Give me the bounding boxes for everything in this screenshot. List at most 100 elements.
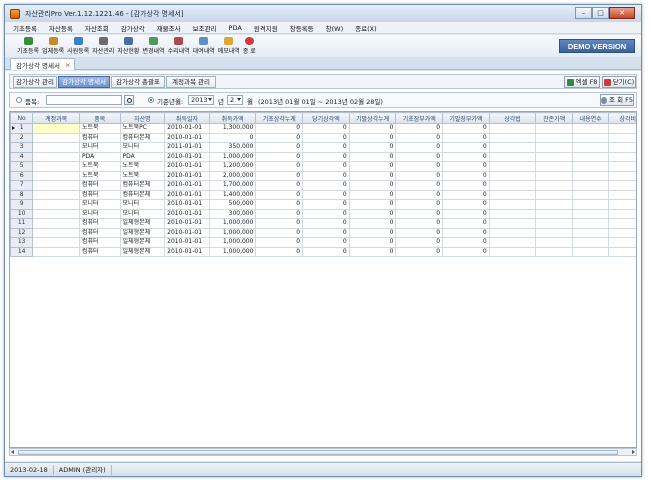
- menu-asset-register[interactable]: 자산등록: [43, 23, 79, 33]
- table-cell[interactable]: PDA: [78, 151, 121, 162]
- table-cell[interactable]: 0: [395, 246, 444, 257]
- table-cell[interactable]: 0: [395, 199, 444, 210]
- table-cell[interactable]: 모니터: [78, 142, 121, 153]
- table-cell[interactable]: 2,000,000: [208, 170, 257, 181]
- table-cell[interactable]: [535, 208, 573, 219]
- table-cell[interactable]: [535, 246, 573, 257]
- table-cell[interactable]: 1,000,000: [208, 246, 257, 257]
- year-select[interactable]: 2013: [188, 95, 214, 105]
- close-window-button[interactable]: ✕: [609, 7, 635, 19]
- table-cell[interactable]: 2010-01-01: [164, 132, 210, 143]
- table-cell[interactable]: 0: [348, 170, 397, 181]
- table-cell[interactable]: [488, 208, 537, 219]
- table-cell[interactable]: 0: [442, 151, 490, 162]
- table-cell[interactable]: 0: [348, 218, 397, 229]
- table-cell[interactable]: [32, 237, 80, 248]
- doc-tab-close-icon[interactable]: ×: [65, 61, 70, 69]
- maximize-button[interactable]: □: [592, 7, 609, 19]
- col-header-item[interactable]: 품목: [78, 112, 121, 124]
- table-cell[interactable]: [32, 208, 80, 219]
- table-cell[interactable]: [608, 161, 636, 172]
- table-cell[interactable]: 0: [442, 208, 490, 219]
- table-cell[interactable]: 0: [442, 170, 490, 181]
- table-cell[interactable]: 일체형본체: [119, 227, 166, 238]
- table-cell[interactable]: 2010-01-01: [164, 151, 210, 162]
- depreciation-grid[interactable]: No 계정과목 품목 자산명 취득일자 취득가액 기초상각누계 당기상각액 기말…: [9, 111, 637, 448]
- table-cell[interactable]: [571, 132, 610, 143]
- table-row[interactable]: 8 컴퓨터 컴퓨터본체 2010-01-01 1,400,000 0 0 0 0 0: [10, 189, 636, 200]
- table-cell[interactable]: 0: [442, 132, 490, 143]
- table-cell[interactable]: 0: [255, 246, 304, 257]
- table-row[interactable]: 5 노트북 노트북 2010-01-01 1,200,000 0 0 0 0 0: [10, 161, 636, 172]
- scroll-thumb[interactable]: [18, 450, 618, 455]
- col-header-asset-name[interactable]: 자산명: [119, 112, 166, 124]
- scroll-right-arrow-icon[interactable]: [632, 450, 635, 454]
- table-cell[interactable]: 0: [302, 151, 350, 162]
- table-cell[interactable]: 2010-01-01: [164, 246, 210, 257]
- tool-employee-register[interactable]: 사원등록: [67, 35, 89, 57]
- col-header-acquire-value[interactable]: 취득가액: [208, 112, 257, 124]
- table-cell[interactable]: 2010-01-01: [164, 123, 210, 134]
- table-cell[interactable]: 2010-01-01: [164, 161, 210, 172]
- table-cell[interactable]: [571, 170, 610, 181]
- table-cell[interactable]: [32, 170, 80, 181]
- table-cell[interactable]: 500,000: [208, 199, 257, 210]
- item-search-button[interactable]: [124, 95, 134, 105]
- table-cell[interactable]: 컴퓨터: [78, 227, 121, 238]
- col-header-no[interactable]: No: [10, 112, 34, 124]
- table-cell[interactable]: [535, 199, 573, 210]
- search-button[interactable]: 조 회 F5: [600, 94, 634, 106]
- table-cell[interactable]: [535, 123, 573, 134]
- table-cell[interactable]: 0: [348, 132, 397, 143]
- table-cell[interactable]: 0: [255, 161, 304, 172]
- table-cell[interactable]: [571, 227, 610, 238]
- table-cell[interactable]: [488, 199, 537, 210]
- table-row[interactable]: 4 PDA PDA 2010-01-01 1,000,000 0 0 0 0 0: [10, 151, 636, 162]
- menu-depreciation[interactable]: 감가상각: [115, 23, 151, 33]
- col-header-closing-accum[interactable]: 기말상각누계: [348, 112, 397, 124]
- table-cell[interactable]: 2010-01-01: [164, 189, 210, 200]
- close-button[interactable]: 닫기(C): [602, 76, 636, 88]
- table-cell[interactable]: 0: [442, 161, 490, 172]
- minimize-button[interactable]: –: [575, 7, 592, 19]
- table-cell[interactable]: 0: [302, 246, 350, 257]
- table-cell[interactable]: 0: [442, 123, 490, 134]
- table-cell[interactable]: [571, 142, 610, 153]
- table-cell[interactable]: 노트북: [119, 161, 166, 172]
- menu-pda[interactable]: PDA: [223, 24, 248, 32]
- table-cell[interactable]: 0: [395, 161, 444, 172]
- table-cell[interactable]: [535, 218, 573, 229]
- table-cell[interactable]: 0: [255, 189, 304, 200]
- table-cell[interactable]: [571, 208, 610, 219]
- table-cell[interactable]: 2010-01-01: [164, 227, 210, 238]
- table-cell[interactable]: 0: [208, 132, 257, 143]
- table-cell[interactable]: 일체형본체: [119, 218, 166, 229]
- table-cell[interactable]: 0: [395, 227, 444, 238]
- table-cell[interactable]: 0: [348, 161, 397, 172]
- table-cell[interactable]: 0: [348, 189, 397, 200]
- col-header-useful-life[interactable]: 내용연수: [571, 112, 610, 124]
- table-cell[interactable]: [488, 246, 537, 257]
- table-cell[interactable]: [535, 142, 573, 153]
- table-cell[interactable]: 모니터: [119, 199, 166, 210]
- table-cell[interactable]: PDA: [119, 151, 166, 162]
- table-cell[interactable]: 0: [302, 199, 350, 210]
- table-cell[interactable]: [608, 132, 636, 143]
- table-cell[interactable]: 노트북: [78, 161, 121, 172]
- table-cell[interactable]: 0: [255, 142, 304, 153]
- table-cell[interactable]: [488, 142, 537, 153]
- table-cell[interactable]: 0: [348, 199, 397, 210]
- table-cell[interactable]: [535, 132, 573, 143]
- table-cell[interactable]: [535, 237, 573, 248]
- table-cell[interactable]: [32, 189, 80, 200]
- tool-repair-history[interactable]: 수리내역: [168, 35, 190, 57]
- table-cell[interactable]: 0: [255, 180, 304, 191]
- tool-asset-manage[interactable]: 자산관리: [92, 35, 114, 57]
- base-date-radio[interactable]: [148, 97, 154, 103]
- table-cell[interactable]: [488, 123, 537, 134]
- table-cell[interactable]: [571, 180, 610, 191]
- table-row[interactable]: 12 컴퓨터 일체형본체 2010-01-01 1,000,000 0 0 0 0 0: [10, 227, 636, 238]
- table-cell[interactable]: 0: [348, 237, 397, 248]
- table-cell[interactable]: [32, 161, 80, 172]
- table-cell[interactable]: 0: [442, 246, 490, 257]
